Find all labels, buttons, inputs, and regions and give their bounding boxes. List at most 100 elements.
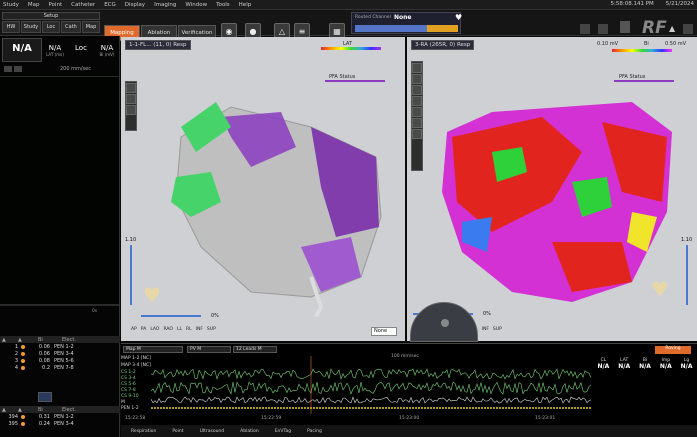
roving-button[interactable]: Roving (655, 346, 691, 354)
menu-study[interactable]: Study (3, 2, 19, 8)
scale-slider[interactable] (686, 245, 688, 305)
zoom-slider[interactable] (141, 315, 201, 317)
signal-traces (151, 356, 591, 414)
signal-label: CS 9-10 (121, 394, 139, 399)
menu-help[interactable]: Help (239, 2, 252, 8)
orient-inf[interactable]: INF (196, 327, 203, 332)
col-bi: Bi (38, 336, 43, 343)
layer-icon[interactable] (126, 94, 136, 104)
voltage-colorbar (612, 49, 672, 52)
scale-slider[interactable] (130, 245, 132, 305)
menu-tools[interactable]: Tools (216, 2, 230, 8)
tab-loc[interactable]: Loc (42, 21, 60, 33)
map-view-left[interactable]: 1-1-FL... (11, 0) Resp LAT PFA Status 1.… (121, 37, 405, 341)
legend-ablation[interactable]: Ablation (240, 429, 259, 434)
routed-label: Routed Channel (355, 15, 391, 20)
point-dot-icon (21, 365, 25, 370)
row-id: 1 (14, 343, 18, 350)
anatomy-mesh[interactable] (432, 92, 687, 307)
menu-map[interactable]: Map (28, 2, 40, 8)
routed-channel-panel[interactable]: Routed Channel None (351, 12, 461, 34)
up-icon[interactable]: ▲ (2, 407, 18, 413)
legend-respiration[interactable]: Respiration (131, 429, 156, 434)
monitor-icon[interactable] (598, 24, 608, 34)
settings-icon[interactable] (580, 24, 590, 34)
legend-pacing[interactable]: Pacing (307, 429, 322, 434)
map-view-right[interactable]: 3-RA (265R, 0) Resp 0.10 mV Bi 0.50 mV P… (407, 37, 697, 341)
menu-display[interactable]: Display (125, 2, 145, 8)
table-row[interactable]: 395 0.24 PEN 3-4 (0, 420, 120, 427)
number-icon[interactable] (412, 74, 422, 84)
pv-selector[interactable]: PV M (187, 346, 231, 353)
menu-ecg[interactable]: ECG (104, 2, 116, 8)
lock-icon[interactable] (412, 107, 422, 117)
row-id: 4 (14, 364, 18, 371)
signal-label: CS 7-8 (121, 388, 136, 393)
map-selector[interactable]: Map M (123, 346, 183, 353)
menu-catheter[interactable]: Catheter (71, 2, 95, 8)
col-bi: Bi (38, 406, 43, 413)
anatomy-mesh[interactable] (161, 77, 391, 317)
layer-icon[interactable] (412, 96, 422, 106)
orient-lao[interactable]: LAO (150, 327, 159, 332)
setup-label: Setup (2, 12, 100, 20)
bottom-legend-bar: Respiration Point Ultrasound Ablation En… (121, 425, 697, 437)
table-row[interactable]: 3 0.08 PEN 5-6 (0, 357, 120, 364)
readout-value: N/A (680, 363, 693, 370)
row-bi: 0.08 (38, 357, 50, 364)
orient-ap[interactable]: AP (131, 327, 137, 332)
tab-map[interactable]: Map (82, 21, 100, 33)
view-toolstrip (125, 81, 137, 131)
orient-sup[interactable]: SUP (493, 327, 502, 332)
view-title[interactable]: 3-RA (265R, 0) Resp (411, 40, 475, 50)
panel-toggle-icon[interactable] (38, 392, 52, 402)
table-row[interactable]: 1 0.06 PEN 1-2 (0, 343, 120, 350)
tab-hw[interactable]: HW (2, 21, 20, 33)
orientation-buttons: AP PA LAO RAO LL RL INF SUP (131, 327, 216, 332)
tab-cath[interactable]: Cath (61, 21, 81, 33)
table-row[interactable]: 4 0.2 PEN 7-8 (0, 364, 120, 371)
legend-envtag[interactable]: EnVTag (275, 429, 291, 434)
tag-icon[interactable] (412, 129, 422, 139)
table-header: ▲ ▲ Bi Elect. (0, 406, 120, 413)
orient-ll[interactable]: LL (177, 327, 182, 332)
rotate-icon[interactable] (126, 83, 136, 93)
table-row[interactable]: 394 0.31 PEN 1-2 (0, 413, 120, 420)
power-icon[interactable] (683, 24, 693, 34)
row-id: 395 (8, 420, 18, 427)
orient-pa[interactable]: PA (141, 327, 147, 332)
view-title[interactable]: 1-1-FL... (11, 0) Resp (125, 40, 191, 50)
orientation-heart-icon[interactable]: ♥ (651, 277, 669, 301)
image-icon[interactable] (412, 85, 422, 95)
leads-selector[interactable]: 12 Leads M (233, 346, 277, 353)
user-icon[interactable] (620, 21, 630, 33)
menu-imaging[interactable]: Imaging (154, 2, 176, 8)
orientation-heart-icon[interactable]: ♥ (143, 283, 167, 307)
tab-study[interactable]: Study (21, 21, 41, 33)
row-elect: PEN 3-4 (54, 420, 74, 427)
pointer-icon[interactable] (412, 63, 422, 73)
orient-rao[interactable]: RAO (163, 327, 173, 332)
orient-sup[interactable]: SUP (207, 327, 216, 332)
orient-rl[interactable]: RL (186, 327, 192, 332)
orient-inf[interactable]: INF (482, 327, 489, 332)
point-dot-icon (21, 358, 25, 363)
row-id: 394 (8, 413, 18, 420)
menu-window[interactable]: Window (185, 2, 207, 8)
target-icon[interactable] (412, 118, 422, 128)
menu-point[interactable]: Point (49, 2, 63, 8)
legend-max: 0.50 mV (665, 41, 687, 47)
zoom-icon[interactable] (14, 66, 22, 72)
lat-legend: LAT (343, 41, 352, 47)
signal-label: CS 5-6 (121, 382, 136, 387)
up-icon[interactable]: ▲ (2, 337, 18, 343)
legend-ultrasound[interactable]: Ultrasound (200, 429, 225, 434)
table-row[interactable]: 2 0.06 PEN 3-4 (0, 350, 120, 357)
dial-center-icon[interactable] (441, 319, 449, 327)
time-label: 15:22:59 (261, 416, 282, 421)
display-dropdown[interactable]: None (371, 327, 397, 336)
legend-point[interactable]: Point (172, 429, 183, 434)
tag-icon[interactable] (126, 105, 136, 115)
expand-icon[interactable] (4, 66, 12, 72)
row-id: 3 (14, 357, 18, 364)
